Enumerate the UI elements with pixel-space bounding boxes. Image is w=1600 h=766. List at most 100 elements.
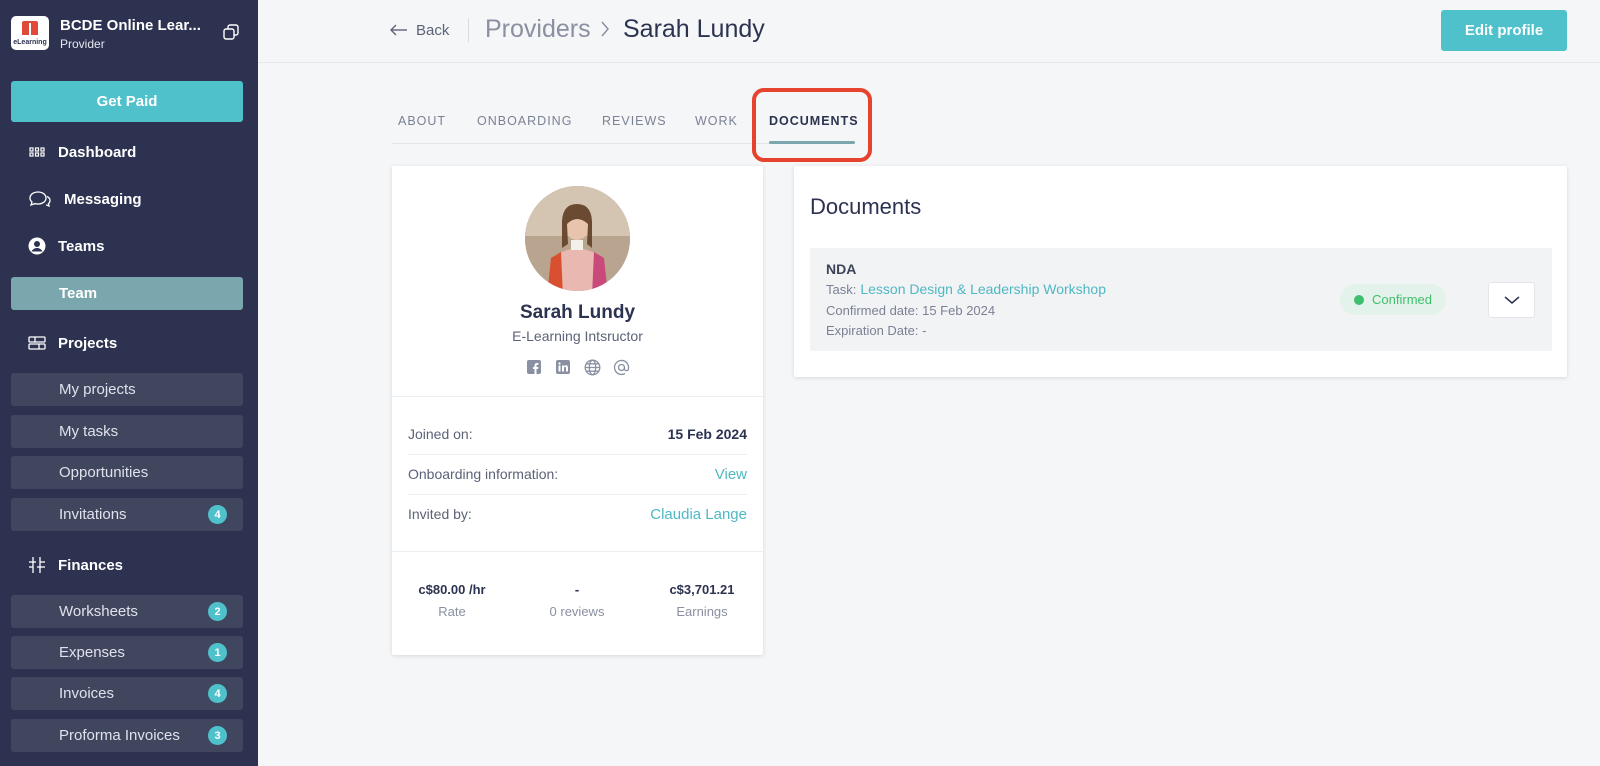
divider bbox=[392, 396, 763, 397]
sidebar-item-team[interactable]: Team bbox=[11, 277, 243, 310]
onboarding-label: Onboarding information: bbox=[408, 466, 559, 482]
back-label: Back bbox=[416, 21, 450, 39]
tab-work[interactable]: WORK bbox=[695, 114, 738, 128]
sidebar: eLearning BCDE Online Lear... Provider G… bbox=[0, 0, 258, 766]
earnings-label: Earnings bbox=[676, 604, 728, 619]
sidebar-item-invoices[interactable]: Invoices 4 bbox=[11, 677, 243, 710]
invited-row: Invited by: Claudia Lange bbox=[408, 494, 747, 534]
task-label: Task: bbox=[826, 282, 857, 297]
nav-projects[interactable]: Projects bbox=[26, 331, 117, 355]
onboarding-row: Onboarding information: View bbox=[408, 454, 747, 494]
globe-icon[interactable] bbox=[583, 358, 601, 376]
profile-title: E-Learning Intsructor bbox=[512, 328, 643, 344]
joined-value: 15 Feb 2024 bbox=[667, 426, 747, 442]
sidebar-item-proforma-invoices[interactable]: Proforma Invoices 3 bbox=[11, 719, 243, 752]
back-button[interactable]: Back bbox=[390, 18, 449, 42]
count-badge: 2 bbox=[208, 602, 227, 621]
brand-role: Provider bbox=[60, 37, 105, 51]
status-label: Confirmed bbox=[1372, 292, 1432, 307]
chat-icon bbox=[26, 190, 54, 208]
document-item: NDA Task: Lesson Design & Leadership Work… bbox=[810, 248, 1552, 351]
chevron-right-icon bbox=[601, 21, 609, 37]
sidebar-item-opportunities[interactable]: Opportunities bbox=[11, 456, 243, 489]
arrow-left-icon bbox=[390, 24, 407, 36]
joined-row: Joined on: 15 Feb 2024 bbox=[408, 414, 747, 454]
breadcrumb-providers[interactable]: Providers bbox=[485, 15, 591, 44]
document-expiration-date: Expiration Date: - bbox=[826, 323, 927, 338]
sidebar-item-label: Team bbox=[59, 285, 98, 302]
sidebar-item-expenses[interactable]: Expenses 1 bbox=[11, 636, 243, 669]
documents-card: Documents NDA Task: Lesson Design & Leade… bbox=[794, 166, 1567, 377]
linkedin-icon[interactable] bbox=[554, 358, 572, 376]
page-title: Sarah Lundy bbox=[623, 15, 765, 43]
facebook-icon[interactable] bbox=[525, 358, 543, 376]
sidebar-item-label: Opportunities bbox=[59, 464, 149, 481]
nav-projects-label: Projects bbox=[58, 334, 118, 352]
nav-dashboard[interactable]: Dashboard bbox=[26, 140, 136, 164]
divider bbox=[392, 551, 763, 552]
profile-card: Sarah Lundy E-Learning Intsructor Joined… bbox=[392, 166, 763, 655]
rate-value: c$80.00 /hr bbox=[418, 582, 486, 597]
task-link[interactable]: Lesson Design & Leadership Workshop bbox=[860, 281, 1106, 297]
sidebar-item-label: Expenses bbox=[59, 644, 125, 661]
brand[interactable]: eLearning BCDE Online Lear... Provider bbox=[11, 14, 247, 54]
sidebar-item-label: Invoices bbox=[59, 685, 115, 702]
projects-icon bbox=[26, 334, 48, 352]
edit-profile-button[interactable]: Edit profile bbox=[1441, 10, 1567, 51]
sidebar-item-label: Worksheets bbox=[59, 603, 138, 620]
count-badge: 4 bbox=[208, 505, 227, 524]
tab-about[interactable]: ABOUT bbox=[398, 114, 446, 128]
sidebar-item-my-tasks[interactable]: My tasks bbox=[11, 415, 243, 448]
tab-onboarding[interactable]: ONBOARDING bbox=[477, 114, 572, 128]
reviews-label: 0 reviews bbox=[549, 604, 605, 619]
reviews-value: - bbox=[574, 582, 580, 597]
switch-account-icon[interactable] bbox=[223, 24, 239, 40]
nav-finances-label: Finances bbox=[58, 556, 124, 574]
sidebar-item-my-projects[interactable]: My projects bbox=[11, 373, 243, 406]
highlight-annotation bbox=[752, 88, 872, 162]
sidebar-item-worksheets[interactable]: Worksheets 2 bbox=[11, 595, 243, 628]
expand-document-button[interactable] bbox=[1488, 282, 1535, 318]
brand-name: BCDE Online Lear... bbox=[60, 17, 201, 34]
rate-label: Rate bbox=[438, 604, 466, 619]
onboarding-view-link[interactable]: View bbox=[715, 466, 747, 483]
document-confirmed-date: Confirmed date: 15 Feb 2024 bbox=[826, 303, 996, 318]
nav-teams-label: Teams bbox=[58, 237, 105, 255]
invited-label: Invited by: bbox=[408, 506, 472, 522]
rate-stat: c$80.00 /hr Rate bbox=[392, 582, 512, 619]
nav-finances[interactable]: Finances bbox=[26, 553, 123, 577]
count-badge: 3 bbox=[208, 726, 227, 745]
social-links bbox=[525, 358, 630, 376]
nav-messaging[interactable]: Messaging bbox=[26, 187, 142, 211]
earnings-value: c$3,701.21 bbox=[669, 582, 735, 597]
tab-reviews[interactable]: REVIEWS bbox=[602, 114, 667, 128]
reviews-stat: - 0 reviews bbox=[517, 582, 637, 619]
header-divider bbox=[258, 62, 1600, 63]
profile-name: Sarah Lundy bbox=[519, 302, 636, 323]
brand-logo: eLearning bbox=[11, 16, 49, 50]
email-at-icon[interactable] bbox=[612, 358, 630, 376]
nav-teams[interactable]: Teams bbox=[26, 234, 104, 258]
user-circle-icon bbox=[26, 237, 48, 255]
earnings-stat: c$3,701.21 Earnings bbox=[642, 582, 762, 619]
avatar bbox=[525, 186, 630, 291]
sidebar-item-invitations[interactable]: Invitations 4 bbox=[11, 498, 243, 531]
sliders-icon bbox=[26, 556, 48, 574]
count-badge: 4 bbox=[208, 684, 227, 703]
sidebar-item-label: Proforma Invoices bbox=[59, 727, 180, 744]
status-dot-icon bbox=[1354, 294, 1365, 305]
invited-by-link[interactable]: Claudia Lange bbox=[650, 506, 747, 523]
sidebar-item-label: Invitations bbox=[59, 506, 127, 523]
sidebar-item-label: My projects bbox=[59, 381, 136, 398]
grid-icon bbox=[26, 143, 48, 161]
document-task: Task: Lesson Design & Leadership Workshop bbox=[826, 281, 1106, 297]
status-badge: Confirmed bbox=[1340, 284, 1446, 315]
document-name: NDA bbox=[826, 261, 857, 277]
sidebar-item-label: My tasks bbox=[59, 423, 119, 440]
nav-messaging-label: Messaging bbox=[64, 190, 142, 208]
chevron-down-icon bbox=[1504, 296, 1519, 304]
documents-title: Documents bbox=[810, 194, 922, 219]
joined-label: Joined on: bbox=[408, 426, 473, 442]
get-paid-button[interactable]: Get Paid bbox=[11, 81, 243, 122]
count-badge: 1 bbox=[208, 643, 227, 662]
